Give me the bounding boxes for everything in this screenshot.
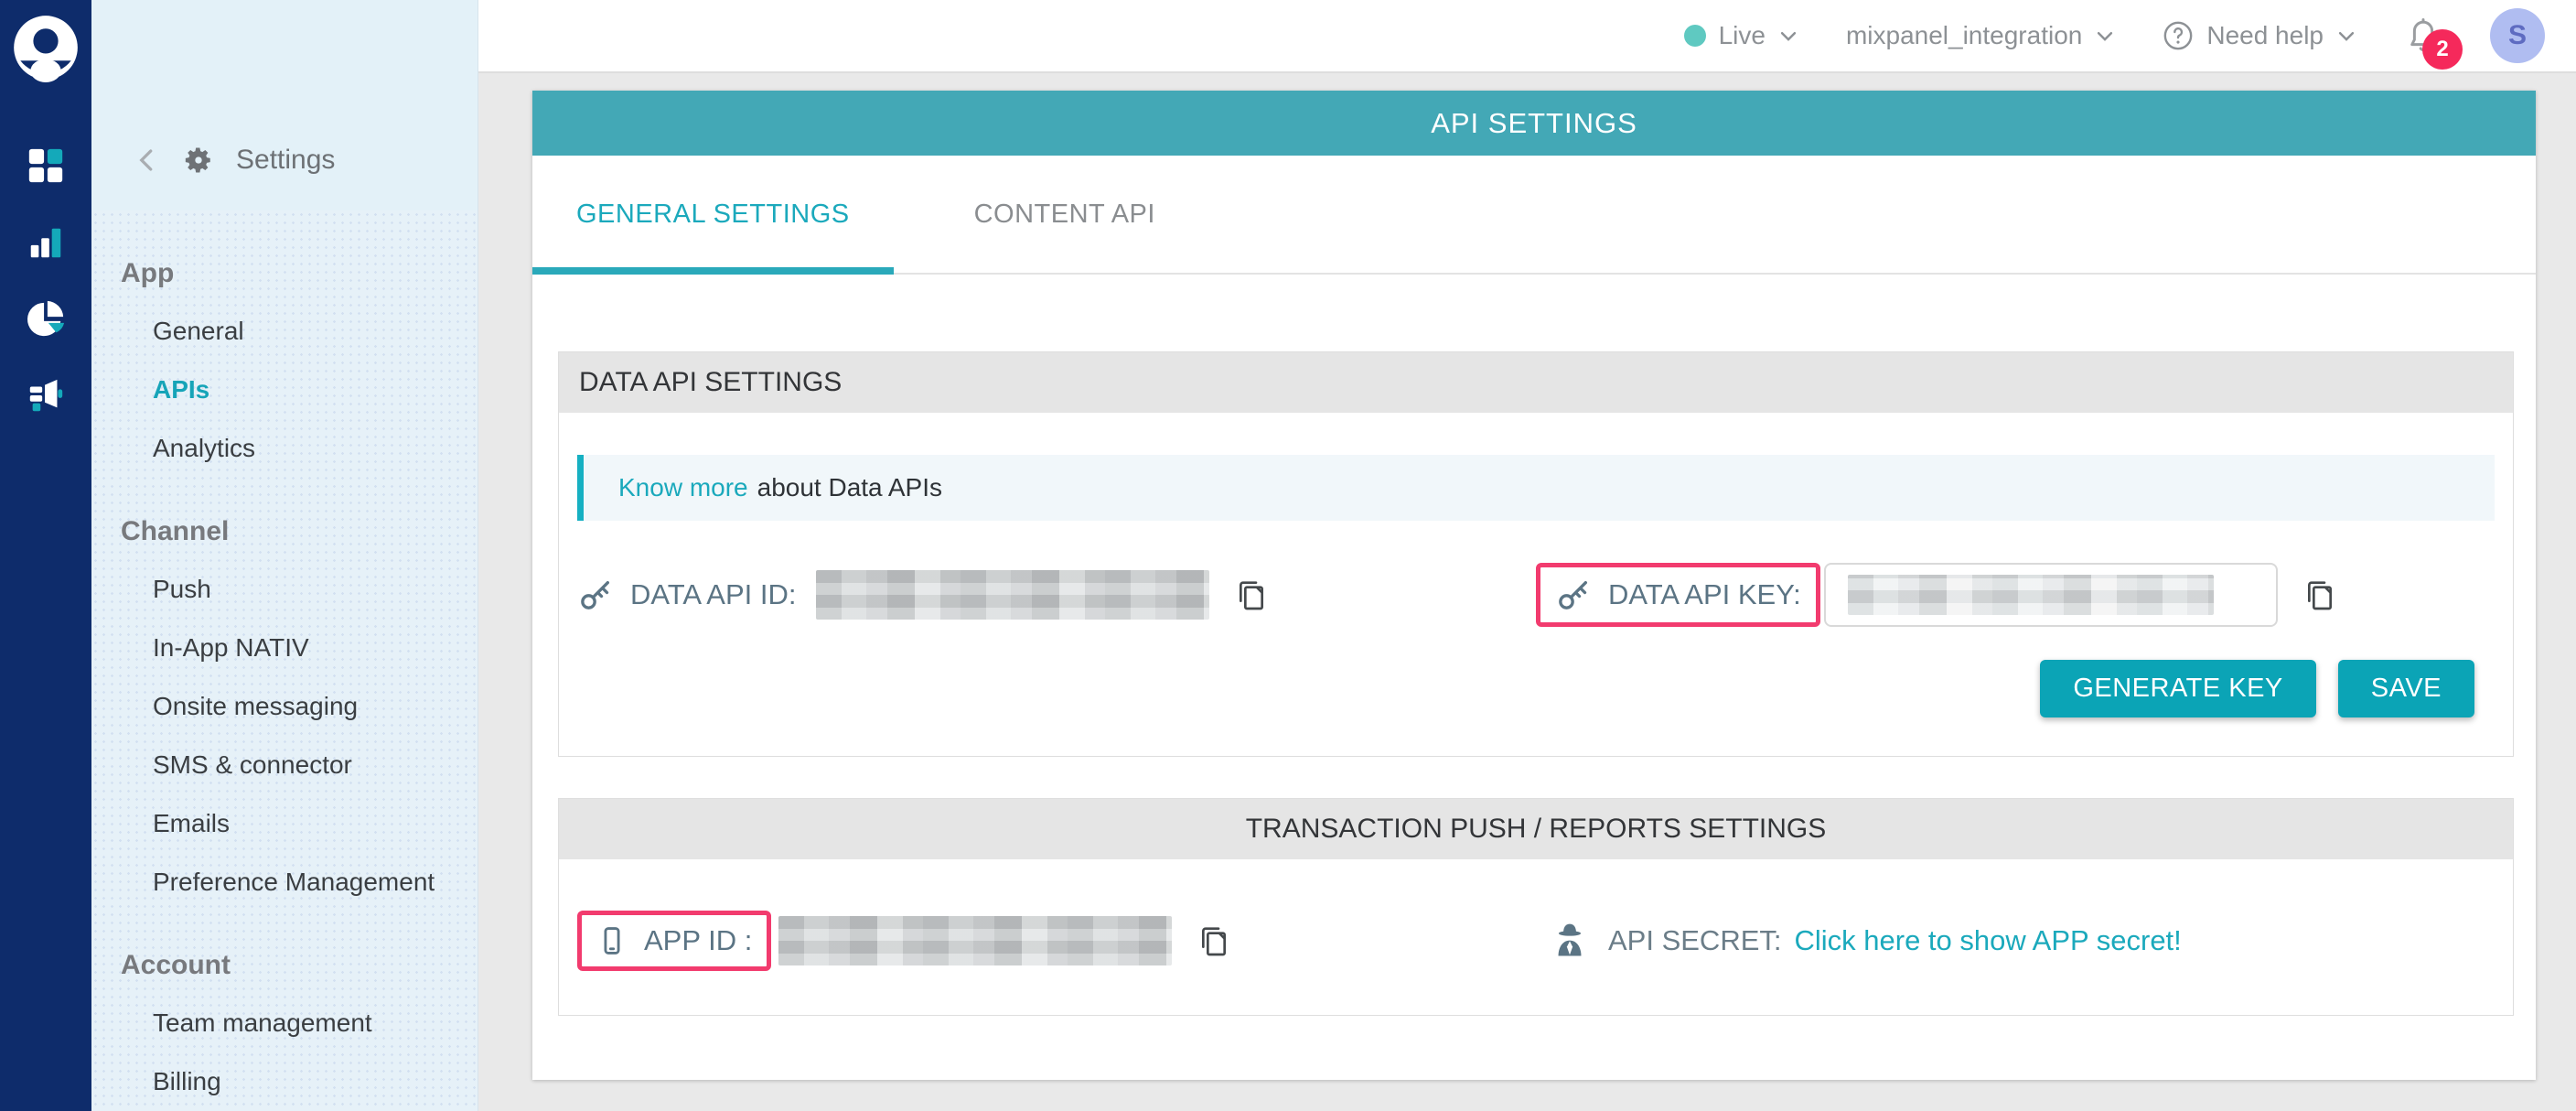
settings-sidebar: Settings App General APIs Analytics Chan… bbox=[91, 0, 478, 1111]
sidebar-item-preference-management[interactable]: Preference Management bbox=[121, 853, 478, 911]
sidebar-item-onsite-messaging[interactable]: Onsite messaging bbox=[121, 677, 478, 736]
app-id-highlight: APP ID : bbox=[577, 911, 771, 971]
sidebar-item-analytics[interactable]: Analytics bbox=[121, 419, 478, 478]
section-label: Channel bbox=[121, 503, 478, 560]
project-dropdown[interactable]: mixpanel_integration bbox=[1846, 21, 2115, 50]
environment-dropdown[interactable]: Live bbox=[1684, 21, 1798, 50]
pie-chart-icon[interactable] bbox=[25, 298, 67, 340]
data-api-id-label: DATA API ID: bbox=[630, 578, 796, 611]
know-more-link[interactable]: Know more bbox=[618, 473, 748, 502]
main-column: Live mixpanel_integration Need help 2 bbox=[478, 0, 2576, 1111]
sidebar-item-push[interactable]: Push bbox=[121, 560, 478, 619]
transaction-settings-section: TRANSACTION PUSH / REPORTS SETTINGS APP … bbox=[558, 798, 2514, 1016]
sidebar-section-app: App General APIs Analytics bbox=[121, 245, 478, 478]
app-screen: Settings App General APIs Analytics Chan… bbox=[0, 0, 2576, 1111]
copy-app-id-icon[interactable] bbox=[1196, 922, 1232, 959]
brand-logo-icon[interactable] bbox=[11, 13, 80, 82]
sidebar-item-sms-connector[interactable]: SMS & connector bbox=[121, 736, 478, 794]
app-id-value-blurred bbox=[778, 916, 1172, 965]
gear-icon bbox=[183, 145, 214, 176]
sidebar-item-billing[interactable]: Billing bbox=[121, 1052, 478, 1111]
chevron-down-icon bbox=[2095, 26, 2115, 46]
icon-rail bbox=[0, 0, 91, 1111]
data-api-settings-header: DATA API SETTINGS bbox=[559, 352, 2513, 413]
data-api-key-field: DATA API KEY: bbox=[1536, 563, 2495, 627]
sidebar-item-team-management[interactable]: Team management bbox=[121, 994, 478, 1052]
tabstrip: GENERAL SETTINGS CONTENT API bbox=[532, 156, 2536, 275]
api-settings-card: API SETTINGS GENERAL SETTINGS CONTENT AP… bbox=[532, 91, 2536, 1080]
data-api-key-input[interactable] bbox=[1824, 563, 2278, 627]
question-circle-icon bbox=[2163, 20, 2194, 51]
topbar: Live mixpanel_integration Need help 2 bbox=[478, 0, 2576, 73]
environment-label: Live bbox=[1719, 21, 1766, 50]
sidebar-back-row[interactable]: Settings bbox=[134, 145, 335, 176]
key-icon bbox=[1555, 577, 1592, 613]
save-button[interactable]: SAVE bbox=[2338, 660, 2474, 717]
sidebar-section-channel: Channel Push In-App NATIV Onsite messagi… bbox=[121, 503, 478, 911]
data-api-id-field: DATA API ID: bbox=[577, 570, 1536, 620]
content-area: API SETTINGS GENERAL SETTINGS CONTENT AP… bbox=[478, 73, 2576, 1111]
data-api-row: DATA API ID: DATA API KEY: bbox=[559, 563, 2513, 627]
need-help-dropdown[interactable]: Need help bbox=[2163, 20, 2356, 51]
phone-icon bbox=[596, 925, 628, 956]
tab-content-api[interactable]: CONTENT API bbox=[930, 156, 1199, 273]
data-api-key-value-blurred bbox=[1848, 575, 2214, 615]
know-more-banner: Know more about Data APIs bbox=[577, 455, 2495, 521]
user-avatar[interactable]: S bbox=[2490, 8, 2545, 63]
chevron-left-icon[interactable] bbox=[134, 146, 161, 174]
transaction-settings-header: TRANSACTION PUSH / REPORTS SETTINGS bbox=[559, 799, 2513, 859]
sidebar-title: Settings bbox=[236, 145, 335, 176]
tab-general-settings[interactable]: GENERAL SETTINGS bbox=[532, 156, 894, 273]
notification-badge: 2 bbox=[2422, 29, 2463, 70]
transaction-row: APP ID : bbox=[559, 911, 2513, 1015]
copy-data-api-id-icon[interactable] bbox=[1233, 577, 1270, 613]
section-label: App bbox=[121, 245, 478, 302]
app-id-label: APP ID : bbox=[644, 924, 752, 957]
show-app-secret-link[interactable]: Click here to show APP secret! bbox=[1795, 924, 2182, 957]
page-title: API SETTINGS bbox=[532, 91, 2536, 156]
key-icon bbox=[577, 577, 614, 613]
sidebar-item-emails[interactable]: Emails bbox=[121, 794, 478, 853]
sidebar-item-inapp-nativ[interactable]: In-App NATIV bbox=[121, 619, 478, 677]
api-secret-field: API SECRET: Click here to show APP secre… bbox=[1522, 921, 2495, 961]
project-label: mixpanel_integration bbox=[1846, 21, 2082, 50]
megaphone-icon[interactable] bbox=[25, 375, 67, 417]
data-api-key-label: DATA API KEY: bbox=[1608, 578, 1801, 611]
sidebar-item-general[interactable]: General bbox=[121, 302, 478, 361]
live-status-dot bbox=[1684, 25, 1706, 47]
chevron-down-icon bbox=[2336, 26, 2356, 46]
app-id-field: APP ID : bbox=[577, 911, 1522, 971]
banner-text: about Data APIs bbox=[757, 473, 942, 502]
sidebar-section-account: Account Team management Billing bbox=[121, 937, 478, 1111]
card-body: DATA API SETTINGS Know more about Data A… bbox=[532, 275, 2536, 1016]
generate-key-button[interactable]: GENERATE KEY bbox=[2040, 660, 2315, 717]
data-api-settings-section: DATA API SETTINGS Know more about Data A… bbox=[558, 351, 2514, 757]
sidebar-nav: App General APIs Analytics Channel Push … bbox=[91, 210, 478, 1111]
copy-data-api-key-icon[interactable] bbox=[2302, 577, 2338, 613]
dashboard-grid-icon[interactable] bbox=[25, 145, 67, 187]
sidebar-item-apis[interactable]: APIs bbox=[121, 361, 478, 419]
need-help-label: Need help bbox=[2206, 21, 2324, 50]
notifications-bell[interactable]: 2 bbox=[2404, 16, 2442, 55]
api-secret-label: API SECRET: bbox=[1608, 924, 1782, 957]
data-api-key-highlight: DATA API KEY: bbox=[1536, 563, 1820, 627]
chevron-down-icon bbox=[1778, 26, 1798, 46]
section-label: Account bbox=[121, 937, 478, 994]
spy-secret-icon bbox=[1550, 921, 1590, 961]
data-api-id-value-blurred bbox=[816, 570, 1209, 620]
bar-chart-icon[interactable] bbox=[25, 221, 67, 264]
data-api-actions: GENERATE KEY SAVE bbox=[559, 660, 2513, 717]
sidebar-header: Settings bbox=[91, 0, 478, 210]
